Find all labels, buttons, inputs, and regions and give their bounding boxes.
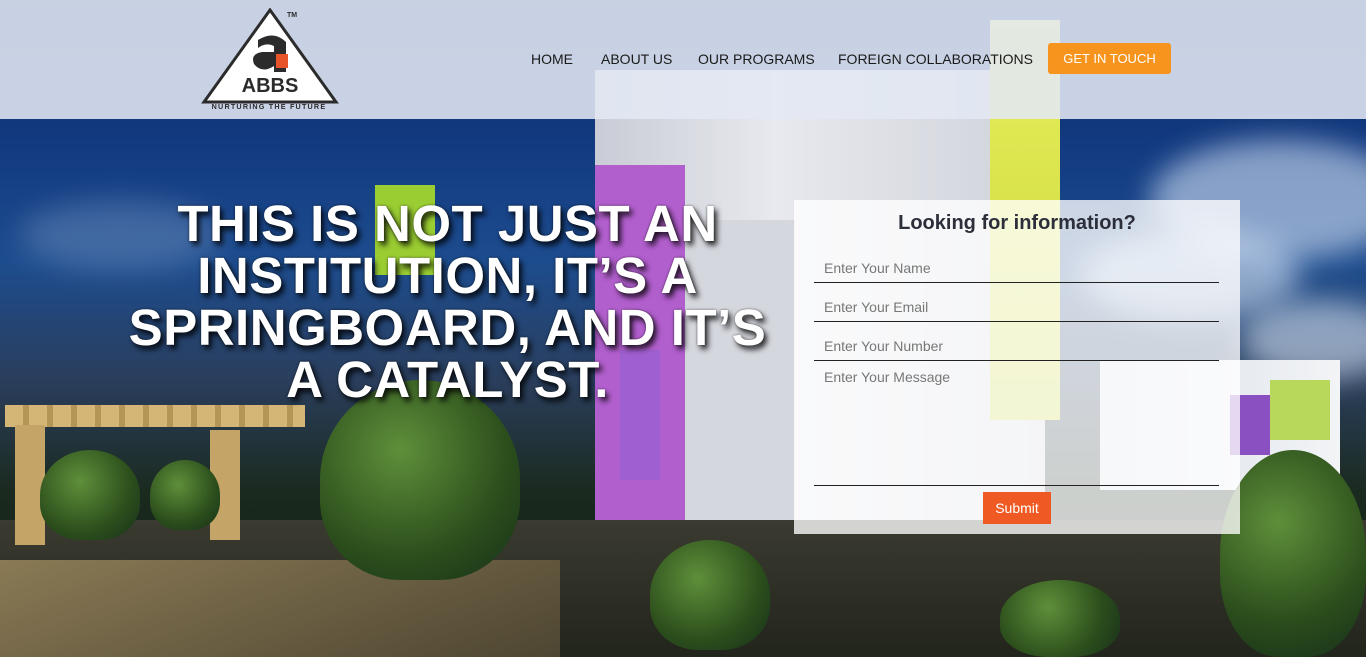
information-form: Looking for information? Submit bbox=[794, 200, 1240, 534]
logo-tagline: NURTURING THE FUTURE bbox=[212, 102, 327, 111]
number-input[interactable] bbox=[814, 331, 1219, 361]
form-title: Looking for information? bbox=[898, 212, 1136, 234]
nav-our-programs-link[interactable]: OUR PROGRAMS bbox=[698, 51, 815, 67]
logo-text: ABBS bbox=[242, 75, 299, 97]
email-input[interactable] bbox=[814, 292, 1219, 322]
trademark-symbol: TM bbox=[287, 12, 297, 19]
get-in-touch-button[interactable]: GET IN TOUCH bbox=[1048, 43, 1171, 74]
nav-home-link[interactable]: HOME bbox=[531, 51, 573, 67]
message-textarea[interactable] bbox=[814, 363, 1219, 486]
abbs-logo-mark: ABBS NURTURING THE FUTURE TM bbox=[201, 8, 339, 111]
site-header: ABBS NURTURING THE FUTURE TM HOME ABOUT … bbox=[0, 0, 1366, 119]
nav-about-us-link[interactable]: ABOUT US bbox=[601, 51, 672, 67]
name-input[interactable] bbox=[814, 253, 1219, 283]
hero-headline: THIS IS NOT JUST AN INSTITUTION, IT’S A … bbox=[128, 195, 767, 408]
abbs-logo[interactable]: ABBS NURTURING THE FUTURE TM bbox=[200, 8, 340, 112]
submit-button[interactable]: Submit bbox=[983, 492, 1051, 524]
nav-foreign-collaborations-link[interactable]: FOREIGN COLLABORATIONS bbox=[838, 51, 1033, 67]
